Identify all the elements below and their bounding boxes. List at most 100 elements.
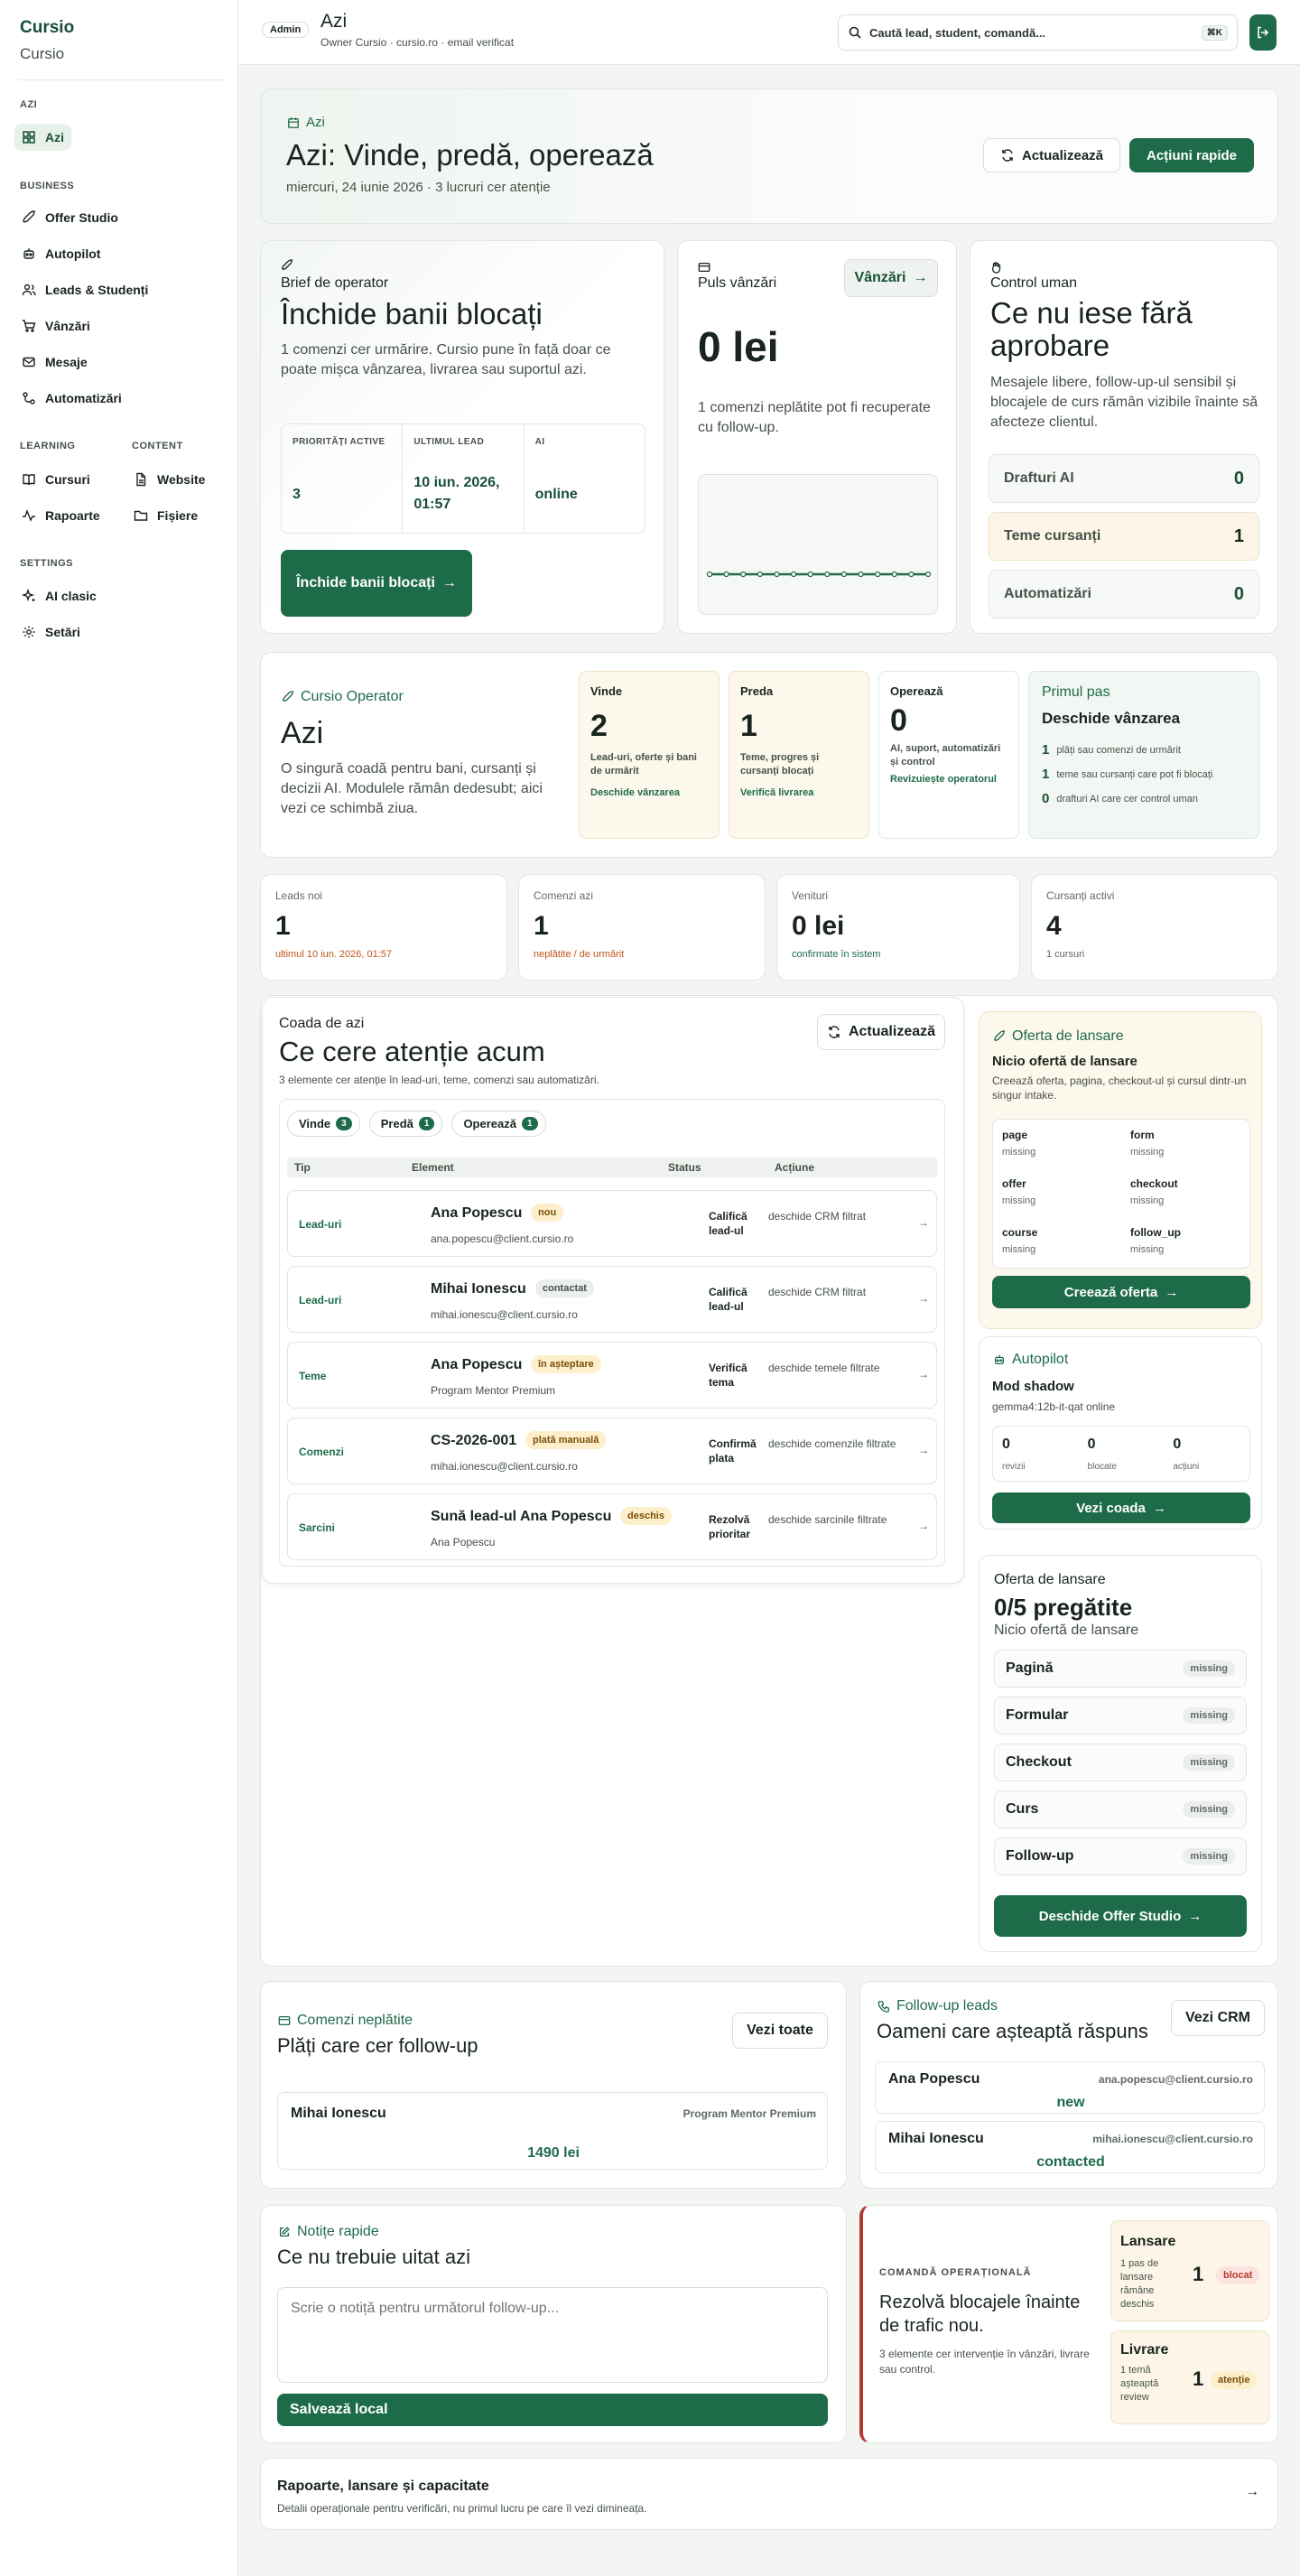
note-textarea[interactable] xyxy=(277,2287,828,2383)
unpaid-order-row[interactable]: Mihai Ionescu Program Mentor Premium 149… xyxy=(277,2092,828,2170)
lane-link[interactable]: Deschide vânzarea xyxy=(590,787,708,798)
stat-cell: ULTIMUL LEAD 10 iun. 2026, 01:57 xyxy=(403,424,525,533)
hero-date: miercuri, 24 iunie 2026 · 3 lucruri cer … xyxy=(286,180,551,195)
refresh-label: Actualizează xyxy=(848,1024,936,1039)
topbar: Admin Azi Owner Cursio · cursio.ro · ema… xyxy=(238,0,1300,65)
arrow-right-icon[interactable]: → xyxy=(1245,2484,1259,2500)
approval-row[interactable]: Automatizări 0 xyxy=(989,570,1259,618)
sales-button[interactable]: Vânzări → xyxy=(844,259,938,297)
sidebar-item-ai-clasic[interactable]: AI clasic xyxy=(14,582,104,609)
sidebar-item-cursuri[interactable]: Cursuri xyxy=(14,466,98,493)
logout-button[interactable] xyxy=(1249,14,1277,51)
hero-eyebrow: Azi xyxy=(286,115,325,130)
stat-value: online xyxy=(534,487,578,502)
item-count: 1 xyxy=(1193,2367,1204,2390)
human-eyebrow: Control uman xyxy=(990,275,1078,291)
kpi-card: Venituri 0 lei confirmate în sistem xyxy=(776,874,1020,981)
item-status: missing xyxy=(1002,1244,1036,1255)
sidebar-item-automatizari[interactable]: Automatizări xyxy=(14,385,129,412)
sidebar-item-leads[interactable]: Leads & Studenți xyxy=(14,276,155,303)
lane-link[interactable]: Revizuiește operatorul xyxy=(890,773,1008,786)
autopilot-card: Autopilot Mod shadow gemma4:12b-it-qat o… xyxy=(979,1336,1262,1530)
quick-actions-button[interactable]: Acțiuni rapide xyxy=(1129,138,1254,172)
kpi-value: 0 lei xyxy=(792,911,845,941)
tab-opereaza[interactable]: Operează 1 xyxy=(451,1111,546,1137)
sidebar-item-label: Offer Studio xyxy=(45,210,118,225)
sidebar-item-vanzari[interactable]: Vânzări xyxy=(14,312,98,339)
view-crm-button[interactable]: Vezi CRM xyxy=(1171,2000,1265,2036)
kpi-label: Leads noi xyxy=(275,889,323,902)
section-label: AZI xyxy=(20,99,38,110)
sidebar-item-label: Autopilot xyxy=(45,246,101,261)
sparkline-point xyxy=(891,571,897,578)
item-key: checkout xyxy=(1130,1177,1178,1190)
first-step-item: 1 teme sau cursanți care pot fi blocați xyxy=(1042,767,1246,782)
arrow-right-icon[interactable]: → xyxy=(918,1368,929,1381)
lane-box-vinde[interactable]: Vinde 2 Lead-uri, oferte și bani de urmă… xyxy=(579,671,720,839)
queue-refresh-button[interactable]: Actualizează xyxy=(817,1014,945,1050)
row-action[interactable]: deschide comenzile filtrate xyxy=(768,1437,904,1451)
command-item-livrare[interactable]: Livrare 1 temă așteaptă review 1 atenție xyxy=(1110,2330,1269,2424)
sidebar-item-setari[interactable]: Setări xyxy=(14,618,88,646)
program-name: Program Mentor Premium xyxy=(682,2107,816,2120)
arrow-right-icon[interactable]: → xyxy=(918,1216,929,1229)
kpi-label: Cursanți activi xyxy=(1046,889,1115,902)
sidebar-item-rapoarte[interactable]: Rapoarte xyxy=(14,502,107,529)
open-offer-studio-button[interactable]: Deschide Offer Studio → xyxy=(994,1895,1247,1937)
search-input[interactable]: Caută lead, student, comandă... ⌘K xyxy=(838,14,1238,51)
pulse-text: 1 comenzi neplătite pot fi recuperate cu… xyxy=(698,400,931,435)
row-action[interactable]: deschide temele filtrate xyxy=(768,1361,904,1375)
sidebar-item-azi[interactable]: Azi xyxy=(14,124,71,151)
approval-row[interactable]: Drafturi AI 0 xyxy=(989,454,1259,503)
arrow-right-icon[interactable]: → xyxy=(918,1520,929,1532)
status-badge: missing xyxy=(1183,1660,1235,1677)
lane-link[interactable]: Verifică livrarea xyxy=(740,787,858,798)
lane-box-opereaza[interactable]: Operează 0 AI, suport, automatizări și c… xyxy=(878,671,1019,839)
reports-card[interactable]: Rapoarte, lansare și capacitate Detalii … xyxy=(260,2458,1278,2530)
sidebar-item-fisiere[interactable]: Fișiere xyxy=(126,502,205,529)
mail-icon xyxy=(23,357,35,367)
close-blocked-money-button[interactable]: Închide banii blocați → xyxy=(281,550,472,617)
view-all-button[interactable]: Vezi toate xyxy=(732,2013,828,2049)
refresh-button[interactable]: Actualizează xyxy=(983,138,1120,172)
command-item-lansare[interactable]: Lansare 1 pas de lansare rămâne deschis … xyxy=(1110,2220,1269,2321)
lead-row[interactable]: Ana Popescu ana.popescu@client.cursio.ro… xyxy=(875,2061,1265,2114)
tab-preda[interactable]: Predă 1 xyxy=(368,1111,443,1137)
row-action[interactable]: deschide sarcinile filtrate xyxy=(768,1512,904,1527)
sidebar-item-offer-studio[interactable]: Offer Studio xyxy=(14,204,125,231)
launch-eyebrow: Oferta de lansare xyxy=(994,1572,1106,1587)
save-local-button[interactable]: Salvează local xyxy=(277,2394,828,2426)
sidebar-item-mesaje[interactable]: Mesaje xyxy=(14,349,95,376)
sidebar-item-autopilot[interactable]: Autopilot xyxy=(14,240,107,267)
queue-row[interactable]: Teme Ana Popescu în așteptare Program Me… xyxy=(287,1342,937,1409)
arrow-right-icon[interactable]: → xyxy=(918,1292,929,1305)
operator-title: Azi xyxy=(281,716,324,750)
row-action[interactable]: deschide CRM filtrat xyxy=(768,1285,904,1299)
kpi-card: Leads noi 1 ultimul 10 iun. 2026, 01:57 xyxy=(260,874,507,981)
queue-row[interactable]: Lead-uri Ana Popescu nou ana.popescu@cli… xyxy=(287,1190,937,1257)
phone-icon xyxy=(878,2001,889,2013)
followup-leads-card: Follow-up leads Oameni care așteaptă răs… xyxy=(859,1981,1278,2189)
cta-label: Închide banii blocați xyxy=(296,575,435,591)
queue-row[interactable]: Sarcini Sună lead-ul Ana Popescu deschis… xyxy=(287,1493,937,1560)
row-subtext: Program Mentor Premium xyxy=(431,1384,556,1397)
queue-row[interactable]: Lead-uri Mihai Ionescu contactat mihai.i… xyxy=(287,1266,937,1333)
offer-eyebrow-text: Oferta de lansare xyxy=(1012,1028,1124,1044)
lead-row[interactable]: Mihai Ionescu mihai.ionescu@client.cursi… xyxy=(875,2121,1265,2173)
arrow-right-icon[interactable]: → xyxy=(918,1444,929,1456)
tab-vinde[interactable]: Vinde 3 xyxy=(287,1111,360,1137)
lane-box-preda[interactable]: Preda 1 Teme, progres și cursanți blocaț… xyxy=(729,671,869,839)
approval-row[interactable]: Teme cursanți 1 xyxy=(989,512,1259,561)
sidebar-item-website[interactable]: Website xyxy=(126,466,212,493)
notes-eyebrow: Notițe rapide xyxy=(277,2224,379,2240)
item-text: plăți sau comenzi de urmărit xyxy=(1056,744,1181,756)
launch-item: Follow-up missing xyxy=(994,1837,1247,1875)
create-offer-button[interactable]: Creează oferta → xyxy=(992,1276,1250,1308)
reports-text: Detalii operaționale pentru verificări, … xyxy=(277,2502,647,2515)
view-queue-button[interactable]: Vezi coada → xyxy=(992,1493,1250,1523)
queue-row[interactable]: Comenzi CS-2026-001 plată manuală mihai.… xyxy=(287,1418,937,1484)
robot-icon xyxy=(23,248,34,259)
queue-subtitle: 3 elemente cer atenție în lead-uri, teme… xyxy=(279,1074,599,1086)
operator-text: O singură coadă pentru bani, cursanți și… xyxy=(281,761,543,816)
row-action[interactable]: deschide CRM filtrat xyxy=(768,1209,904,1223)
